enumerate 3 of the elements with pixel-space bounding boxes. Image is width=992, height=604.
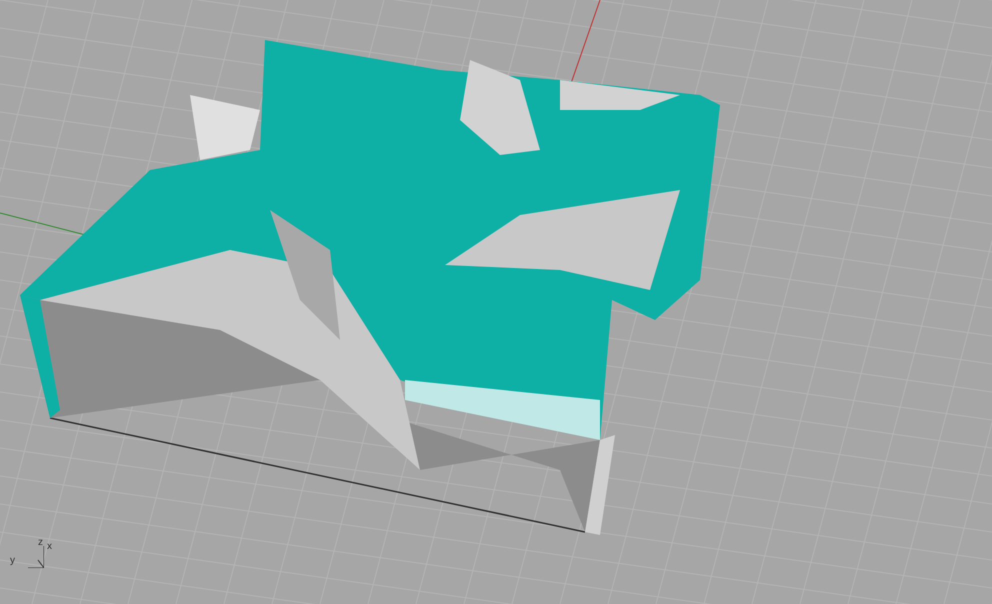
axis-label: x [47, 542, 52, 552]
axis-label: z [38, 538, 43, 548]
axis-label: y [10, 556, 15, 566]
